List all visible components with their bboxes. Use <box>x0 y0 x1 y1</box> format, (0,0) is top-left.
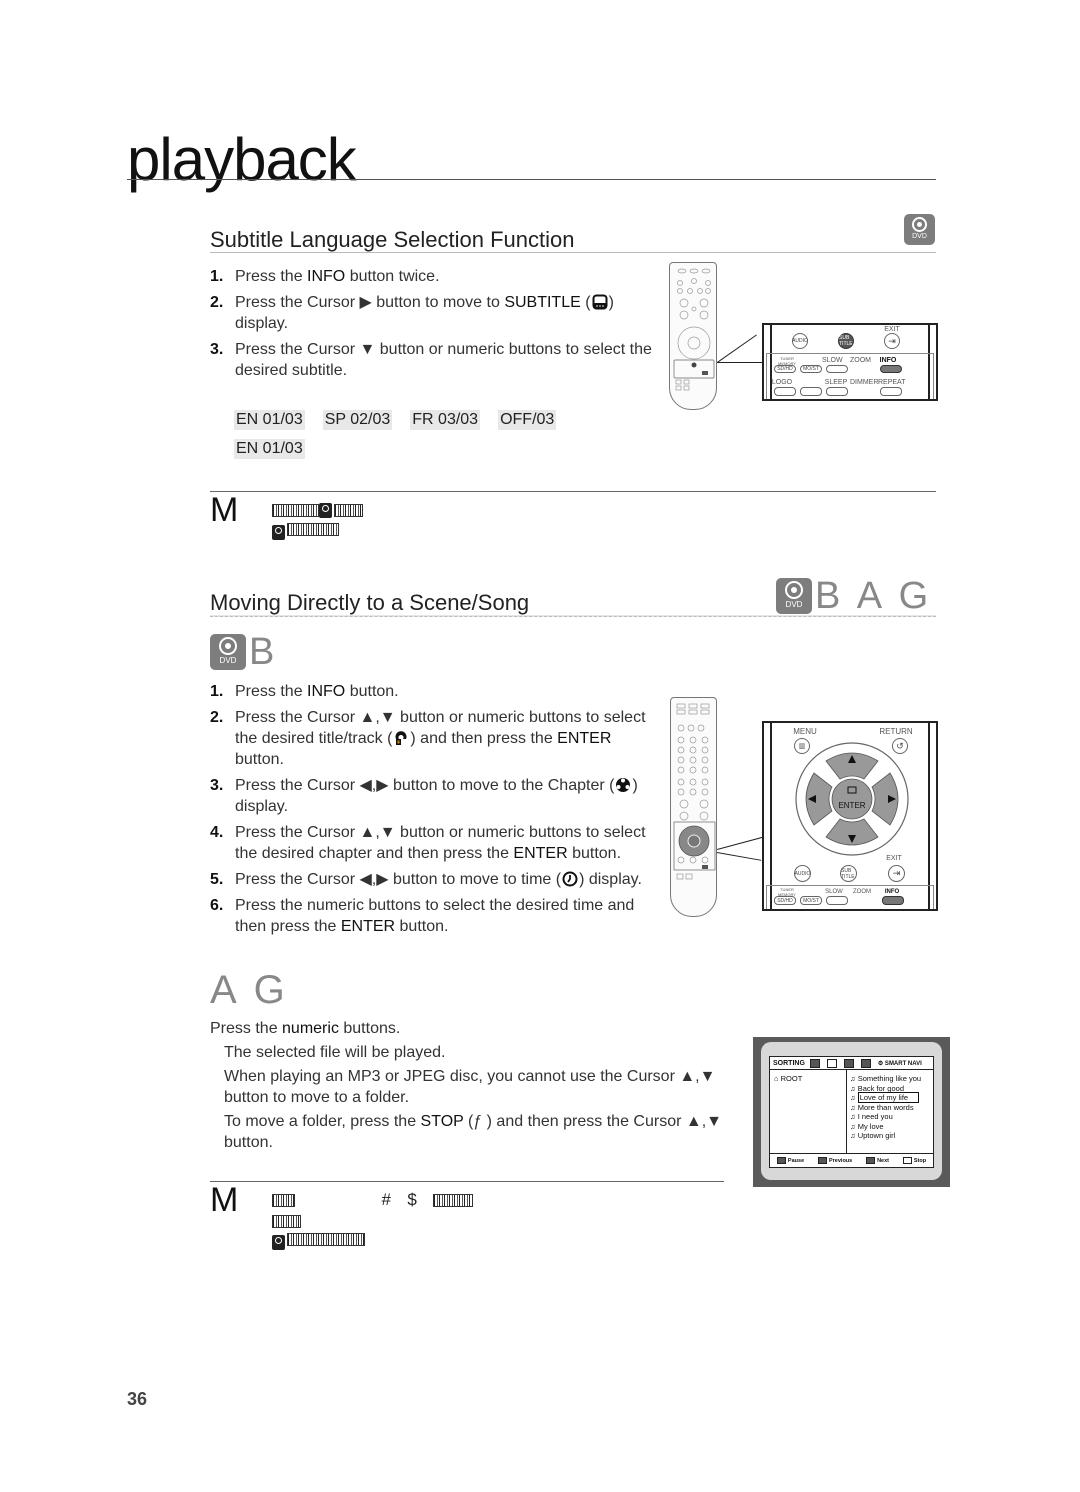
most-button: MO/ST <box>800 896 822 905</box>
leader-line <box>717 362 762 363</box>
step-3: 3. Press the Cursor ▼ button or numeric … <box>210 341 652 379</box>
remote-buttons-icon <box>673 703 716 880</box>
step-6: 6. Press the numeric buttons to select t… <box>210 897 635 935</box>
next-control[interactable]: Next <box>866 1157 889 1164</box>
scene-steps: 1. Press the INFO button. 2. Press the C… <box>210 681 655 942</box>
page-title: playback <box>127 126 357 193</box>
sorting-bar: SORTING ⚙ SMART NAVI <box>769 1056 934 1070</box>
zoom-button <box>826 896 848 905</box>
file-browser: ⌂ ROOT ♫ Something like you ♫ Back for g… <box>769 1070 934 1154</box>
subtitle-option: OFF/03 <box>498 410 557 430</box>
bullet: To move a folder, press the STOP (ƒ ) an… <box>224 1113 722 1151</box>
track-item[interactable]: ♫ Uptown girl <box>850 1131 932 1141</box>
page-number: 36 <box>127 1389 148 1409</box>
subtitle-option: SP 02/03 <box>322 410 393 430</box>
track-list: ♫ Something like you ♫ Back for good ♫ L… <box>850 1074 932 1141</box>
stop-control[interactable]: Stop <box>902 1157 926 1164</box>
track-item-selected[interactable]: ♫ Love of my life <box>850 1092 932 1103</box>
sorting-label: SORTING <box>773 1059 805 1067</box>
note-marker: M <box>210 1181 239 1219</box>
remote-buttons-icon <box>673 268 715 391</box>
sdhd-button: SD/HD <box>774 896 796 905</box>
playback-controls: Pause Previous Next Stop <box>769 1154 934 1168</box>
step-4: 4. Press the Cursor ▲,▼ button or numeri… <box>210 824 646 862</box>
clock-icon <box>562 871 578 887</box>
step-2: 2. Press the Cursor ▶ button to move to … <box>210 294 614 332</box>
bullet: When playing an MP3 or JPEG disc, you ca… <box>224 1068 716 1106</box>
track-item[interactable]: ♫ Something like you <box>850 1074 932 1084</box>
subtitle-steps: 1. Press the INFO button twice. 2. Press… <box>210 266 655 386</box>
intro-text: Press the numeric buttons. <box>210 1020 401 1037</box>
note-divider <box>210 491 936 492</box>
dvd-badge-icon: DVD <box>776 578 812 614</box>
all-filter-icon[interactable] <box>860 1058 871 1068</box>
remote-zoom-panel: EXIT AUDIO SUB TITLE ⇥ TUNER MEMORY SLOW… <box>762 323 938 401</box>
most-button: MO/ST <box>800 365 822 373</box>
music-filter-icon[interactable] <box>809 1058 820 1068</box>
disc-icon <box>319 503 332 518</box>
photo-filter-icon[interactable] <box>826 1058 837 1068</box>
exit-button: ⇥ <box>884 333 900 349</box>
track-item[interactable]: ♫ More than words <box>850 1103 932 1113</box>
dvd-badge-icon: DVD <box>210 634 246 670</box>
step-5: 5. Press the Cursor ◀,▶ button to move t… <box>210 871 642 888</box>
subtitle-options: EN 01/03 SP 02/03 FR 03/03 OFF/03 <box>234 410 557 430</box>
note-marker: M <box>210 491 239 529</box>
note-text-garbled: # $ <box>272 1191 532 1250</box>
step-1: 1. Press the INFO button twice. <box>210 268 440 285</box>
sdhd-button: SD/HD <box>774 365 796 373</box>
audio-button: AUDIO <box>792 333 808 349</box>
leader-line <box>717 334 757 363</box>
subtitle-button: SUB TITLE <box>838 333 854 349</box>
subtitle-icon <box>592 294 608 310</box>
title-divider <box>127 179 936 180</box>
zoom-button <box>826 365 848 373</box>
note-text-garbled <box>272 503 363 540</box>
step-1: 1. Press the INFO button. <box>210 683 399 700</box>
exit-button: ⇥ <box>888 865 905 882</box>
chapter-icon <box>616 778 631 792</box>
subtitle-current: EN 01/03 <box>234 439 305 459</box>
audio-button: AUDIO <box>794 865 811 882</box>
previous-control[interactable]: Previous <box>817 1157 852 1164</box>
bullet: The selected file will be played. <box>224 1044 446 1061</box>
file-steps: Press the numeric buttons. The selected … <box>210 1018 730 1153</box>
track-item[interactable]: ♫ I need you <box>850 1112 932 1122</box>
leader-line <box>716 852 762 861</box>
remote-illustration <box>669 262 717 410</box>
subtitle-button: SUB TITLE <box>840 865 857 882</box>
disc-type-glyphs: A G <box>210 968 289 1012</box>
info-button-highlighted <box>880 365 902 373</box>
subtitle-option: EN 01/03 <box>234 410 305 430</box>
title-track-icon <box>395 731 407 745</box>
pause-control[interactable]: Pause <box>776 1157 804 1164</box>
dvd-badge-icon: DVD <box>904 214 935 245</box>
disc-icon <box>272 525 285 540</box>
dpad-icon <box>795 742 909 856</box>
subtitle-option: FR 03/03 <box>410 410 481 430</box>
note-divider <box>210 1181 724 1182</box>
smart-navi-screen: SORTING ⚙ SMART NAVI ⌂ ROOT ♫ Something … <box>753 1037 950 1187</box>
remote-zoom-panel: MENU RETURN ▥ ↺ ENTER EXIT AUDIO SUB TIT… <box>762 721 938 911</box>
disc-type-glyph: B <box>249 631 279 673</box>
video-filter-icon[interactable] <box>843 1058 854 1068</box>
step-3: 3. Press the Cursor ◀,▶ button to move t… <box>210 777 638 815</box>
remote-illustration <box>670 697 717 917</box>
leader-line <box>717 836 764 850</box>
disc-icon <box>272 1235 285 1250</box>
step-2: 2. Press the Cursor ▲,▼ button or numeri… <box>210 709 646 768</box>
disc-type-glyphs: B A G <box>815 575 933 617</box>
info-button-highlighted <box>882 896 904 905</box>
folder-root[interactable]: ⌂ ROOT <box>774 1074 802 1084</box>
enter-label: ENTER <box>838 801 866 810</box>
section-heading-subtitle: Subtitle Language Selection Function <box>210 227 575 252</box>
section-heading-scene: Moving Directly to a Scene/Song <box>210 590 530 615</box>
section-divider <box>210 252 936 253</box>
track-item[interactable]: ♫ My love <box>850 1122 932 1132</box>
smart-navi-label[interactable]: ⚙ SMART NAVI <box>878 1060 922 1067</box>
